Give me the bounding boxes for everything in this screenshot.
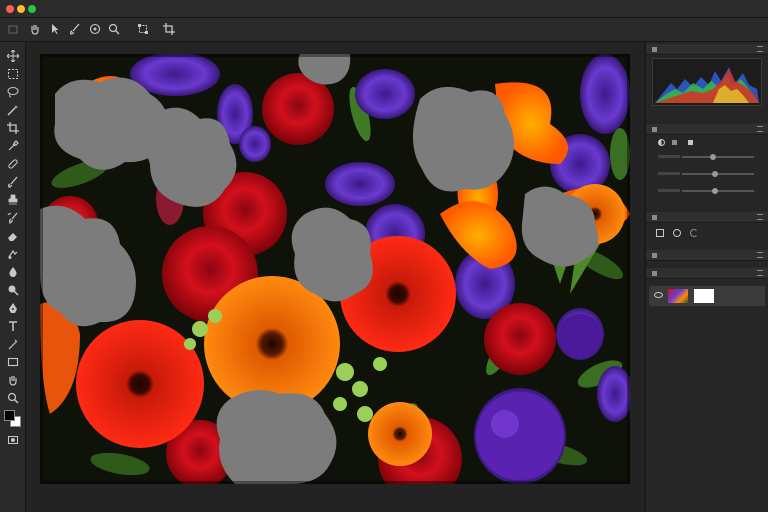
clone-stamp-icon[interactable] [4, 194, 22, 210]
dodge-icon[interactable] [4, 284, 22, 300]
adjustment-label-3 [658, 189, 680, 192]
brush-icon[interactable] [68, 23, 82, 37]
panel-menu-icon[interactable] [757, 214, 763, 220]
panel-grip-icon [652, 127, 657, 132]
layer-thumbnail [668, 289, 688, 303]
close-window-button[interactable] [6, 5, 14, 13]
properties-panel-header[interactable] [646, 212, 768, 223]
canvas-area [26, 42, 644, 512]
panel-menu-icon[interactable] [757, 252, 763, 258]
zoom-window-button[interactable] [28, 5, 36, 13]
history-brush-icon[interactable] [4, 212, 22, 228]
adjustment-label-2 [658, 172, 680, 175]
slider-knob[interactable] [712, 171, 718, 177]
brush-icon[interactable] [4, 176, 22, 192]
minimize-window-button[interactable] [17, 5, 25, 13]
slider-knob[interactable] [710, 154, 716, 160]
refresh-icon[interactable] [690, 229, 698, 237]
move-icon[interactable] [4, 49, 22, 66]
path-select-icon[interactable] [4, 338, 22, 354]
document-canvas[interactable] [40, 54, 630, 484]
properties-panel [646, 226, 768, 246]
curves-icon[interactable] [688, 140, 693, 145]
crop-icon[interactable] [162, 23, 176, 37]
target-icon[interactable] [88, 23, 102, 37]
right-panels [645, 42, 768, 512]
tools-panel [0, 42, 26, 512]
panel-menu-icon[interactable] [757, 126, 763, 132]
hand-icon[interactable] [4, 374, 22, 390]
quick-mask-icon[interactable] [4, 434, 22, 450]
mask-icon[interactable] [656, 229, 664, 237]
options-bar [0, 18, 768, 42]
slider-knob[interactable] [712, 188, 718, 194]
zoom-icon[interactable] [107, 23, 121, 37]
color-swatches [4, 410, 22, 428]
flower-bouquet-photo [40, 54, 630, 484]
zoom-icon[interactable] [4, 392, 22, 408]
pen-icon[interactable] [4, 302, 22, 318]
eraser-icon[interactable] [4, 230, 22, 246]
title-bar [0, 0, 768, 18]
eyedropper-icon[interactable] [4, 140, 22, 156]
adjustments-panel [646, 136, 768, 206]
layer-row[interactable] [649, 286, 765, 306]
hand-icon[interactable] [28, 23, 42, 37]
magic-wand-icon[interactable] [4, 104, 22, 120]
blur-icon[interactable] [4, 266, 22, 282]
clock-icon[interactable] [673, 229, 681, 237]
adjustment-label-1 [658, 155, 680, 158]
adjustment-slider-2[interactable] [682, 171, 754, 177]
type-icon[interactable] [4, 320, 22, 336]
home-icon[interactable] [6, 23, 20, 37]
crop-icon[interactable] [4, 122, 22, 138]
gradient-icon[interactable] [4, 248, 22, 264]
arrow-icon[interactable] [48, 23, 62, 37]
adjustment-slider-3[interactable] [682, 188, 754, 194]
brightness-icon[interactable] [658, 139, 665, 146]
panel-grip-icon [652, 271, 657, 276]
channels-panel-header[interactable] [646, 250, 768, 261]
eye-visibility-icon[interactable] [654, 292, 663, 298]
rectangle-icon[interactable] [4, 356, 22, 372]
panel-menu-icon[interactable] [757, 46, 763, 52]
histogram-panel [652, 58, 762, 106]
layers-panel-header[interactable] [646, 268, 768, 279]
photo-editor-window [0, 0, 768, 512]
transform-icon[interactable] [136, 23, 150, 37]
layer-mask-thumbnail[interactable] [694, 289, 714, 303]
healing-icon[interactable] [4, 158, 22, 174]
panel-grip-icon [652, 215, 657, 220]
histogram-panel-header[interactable] [646, 44, 768, 55]
levels-icon[interactable] [672, 140, 677, 145]
foreground-color-swatch[interactable] [4, 410, 15, 421]
adjustments-panel-header[interactable] [646, 124, 768, 135]
panel-grip-icon [652, 253, 657, 258]
histogram-graph [655, 67, 759, 103]
panel-grip-icon [652, 47, 657, 52]
panel-menu-icon[interactable] [757, 270, 763, 276]
lasso-icon[interactable] [4, 86, 22, 102]
marquee-icon[interactable] [4, 68, 22, 84]
adjustment-slider-1[interactable] [682, 154, 754, 160]
